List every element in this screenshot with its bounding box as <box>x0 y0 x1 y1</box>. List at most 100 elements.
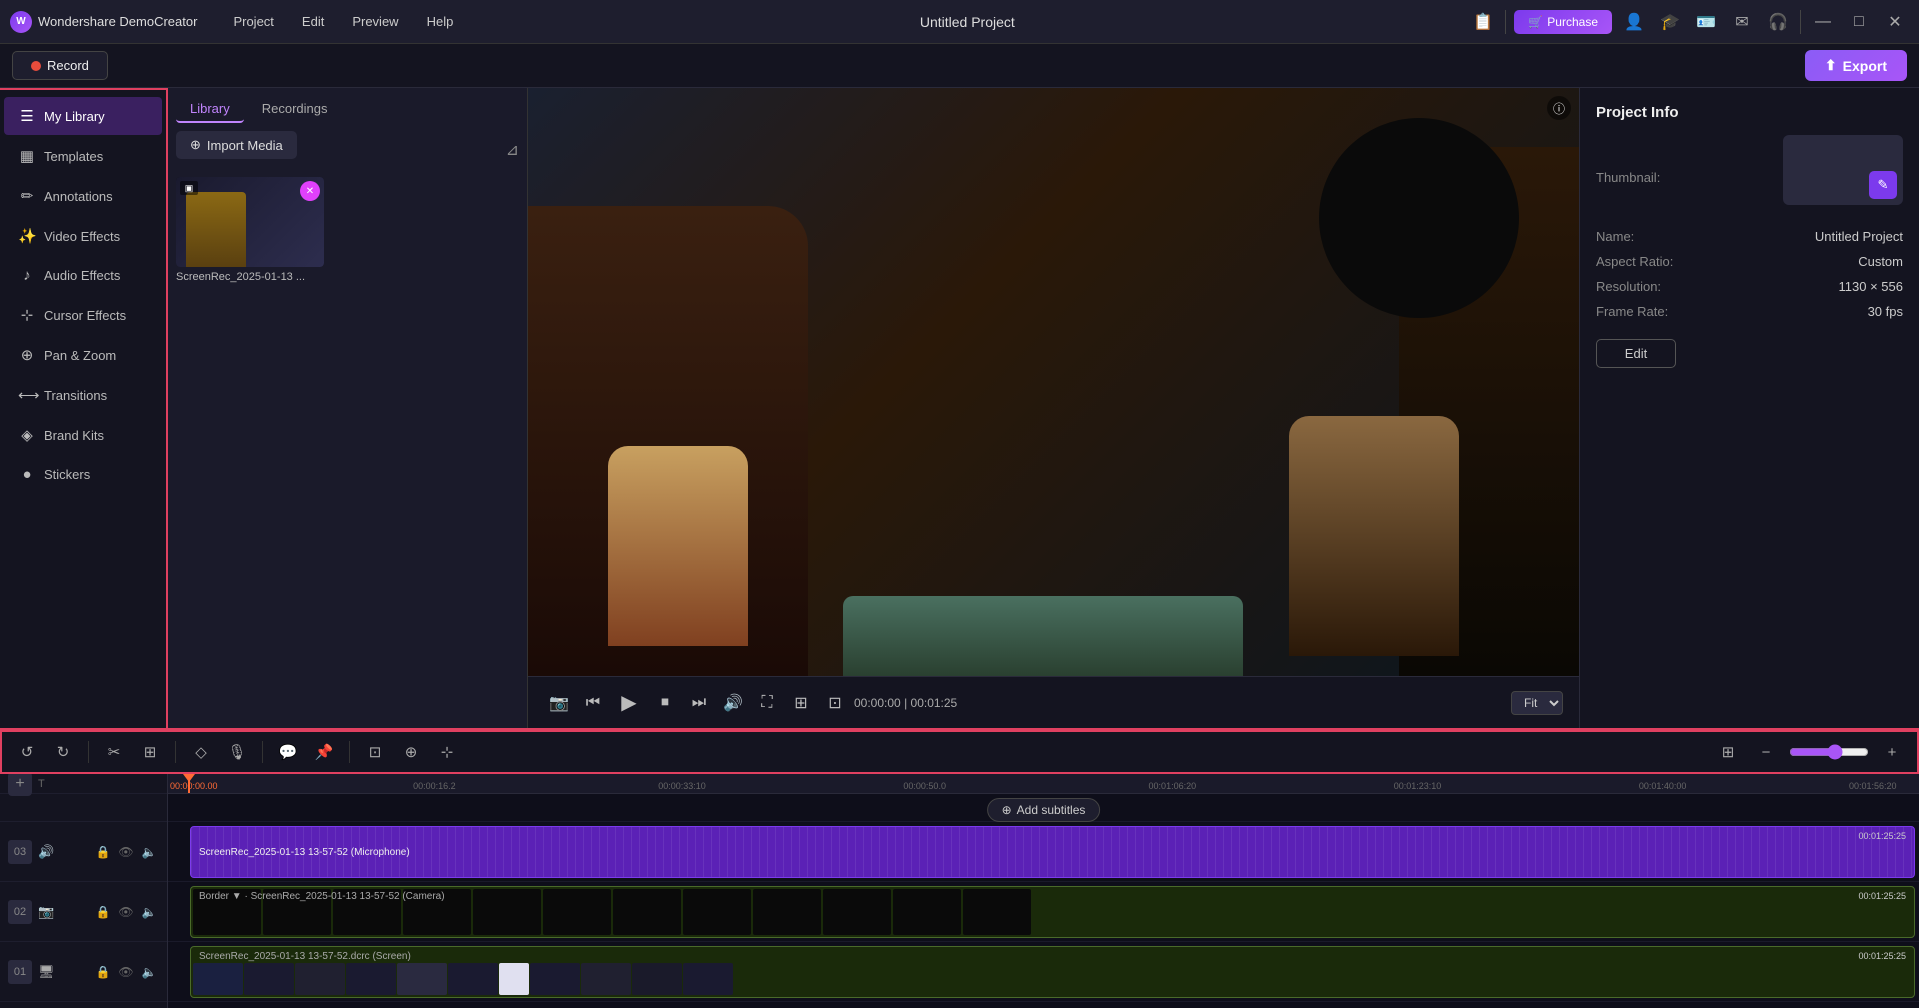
crop-button[interactable]: ⊞ <box>786 688 816 718</box>
toolbar-separator-2 <box>175 741 176 763</box>
camera-clip[interactable]: Border ▼ · ScreenRec_2025-01-13 13-57-52… <box>190 886 1915 938</box>
playhead[interactable] <box>188 774 190 793</box>
export-label: Export <box>1843 58 1887 74</box>
graduation-icon[interactable]: 🎓 <box>1656 8 1684 36</box>
motion-button[interactable]: ⊡ <box>360 737 390 767</box>
separator2 <box>1800 10 1801 34</box>
keyframe-button[interactable]: ◇ <box>186 737 216 767</box>
tab-recordings[interactable]: Recordings <box>248 96 342 123</box>
record-button[interactable]: Record <box>12 51 108 80</box>
annotation-tl-button[interactable]: 📌 <box>309 737 339 767</box>
record-label: Record <box>47 58 89 73</box>
screen-frame <box>346 963 396 995</box>
track-eye-02[interactable]: 👁 <box>116 902 136 922</box>
redo-button[interactable]: ↻ <box>48 737 78 767</box>
info-button[interactable]: ⓘ <box>1547 96 1571 120</box>
sidebar-item-my-library[interactable]: ☰ My Library <box>4 97 162 135</box>
ruler-mark-5: 00:01:23:10 <box>1394 781 1442 791</box>
sidebar-item-transitions[interactable]: ⟷ Transitions <box>4 376 162 414</box>
skip-back-button[interactable]: ⏮ <box>578 688 608 718</box>
media-thumbnail: ▣ ✕ <box>176 177 324 267</box>
ruler-mark-1: 00:00:16.2 <box>413 781 456 791</box>
toolbar-separator-1 <box>88 741 89 763</box>
stop-button[interactable]: ⏹ <box>650 688 680 718</box>
sidebar-item-stickers[interactable]: ● Stickers <box>4 456 162 493</box>
track-mute-03[interactable]: 🔈 <box>139 842 159 862</box>
minimize-button[interactable]: — <box>1809 8 1837 36</box>
fit-select[interactable]: Fit <box>1511 691 1563 715</box>
mail-icon[interactable]: ✉ <box>1728 8 1756 36</box>
screenshot-button[interactable]: 📷 <box>544 688 574 718</box>
subtitle-tl-button[interactable]: 💬 <box>273 737 303 767</box>
tab-library[interactable]: Library <box>176 96 244 123</box>
menu-preview[interactable]: Preview <box>340 10 410 33</box>
notes-icon[interactable]: 📋 <box>1469 8 1497 36</box>
sidebar-item-templates[interactable]: ▦ Templates <box>4 137 162 175</box>
headset-icon[interactable]: 🎧 <box>1764 8 1792 36</box>
track-controls-02: 🔒 👁 🔈 <box>93 902 159 922</box>
volume-button[interactable]: 🔊 <box>718 688 748 718</box>
toolbar-separator-3 <box>262 741 263 763</box>
audio-tl-button[interactable]: 🎙 <box>222 737 252 767</box>
screen-clip[interactable]: ScreenRec_2025-01-13 13-57-52.dcrc (Scre… <box>190 946 1915 998</box>
vid-circle <box>1319 118 1519 318</box>
name-label: Name: <box>1596 229 1634 244</box>
zoom-in-button[interactable]: + <box>1877 737 1907 767</box>
name-value: Untitled Project <box>1815 229 1903 244</box>
track-lock-03[interactable]: 🔒 <box>93 842 113 862</box>
zoom-slider[interactable] <box>1789 744 1869 760</box>
skip-forward-button[interactable]: ⏭ <box>684 688 714 718</box>
fit-timeline-button[interactable]: ⊞ <box>1713 737 1743 767</box>
pan-zoom-icon: ⊕ <box>18 346 36 364</box>
screen-frame <box>499 963 529 995</box>
add-track-button[interactable]: + <box>8 774 32 796</box>
screen-frame <box>683 963 733 995</box>
screen-frame <box>530 963 580 995</box>
add-subtitles-button[interactable]: ⊕ Add subtitles <box>987 798 1101 822</box>
sidebar-item-brand-kits[interactable]: ◈ Brand Kits <box>4 416 162 454</box>
track-eye-01[interactable]: 👁 <box>116 962 136 982</box>
resolution-value: 1130 × 556 <box>1839 279 1903 294</box>
sidebar-item-pan-zoom[interactable]: ⊕ Pan & Zoom <box>4 336 162 374</box>
id-card-icon[interactable]: 🪪 <box>1692 8 1720 36</box>
list-item[interactable]: ▣ ✕ ScreenRec_2025-01-13 ... <box>176 177 324 283</box>
audio-clip[interactable]: ScreenRec_2025-01-13 13-57-52 (Microphon… <box>190 826 1915 878</box>
track-lock-02[interactable]: 🔒 <box>93 902 113 922</box>
menu-project[interactable]: Project <box>221 10 285 33</box>
purchase-button[interactable]: 🛒 Purchase <box>1514 10 1612 34</box>
timeline-area: ↺ ↻ ✂ ⊞ ◇ 🎙 💬 📌 ⊡ ⊕ ⊹ ⊞ − + + T <box>0 728 1919 1008</box>
aspect-ratio-row: Aspect Ratio: Custom <box>1596 254 1903 269</box>
sidebar-item-annotations[interactable]: ✏ Annotations <box>4 177 162 215</box>
menu-help[interactable]: Help <box>415 10 466 33</box>
sidebar-label-transitions: Transitions <box>44 388 107 403</box>
sidebar-label-my-library: My Library <box>44 109 105 124</box>
cursor-tl-button[interactable]: ⊹ <box>432 737 462 767</box>
ratio-button[interactable]: ⊡ <box>820 688 850 718</box>
fullscreen-button[interactable]: ⛶ <box>752 688 782 718</box>
menu-edit[interactable]: Edit <box>290 10 336 33</box>
project-title: Untitled Project <box>473 14 1461 30</box>
screen-frame <box>581 963 631 995</box>
split-button[interactable]: ✂ <box>99 737 129 767</box>
maximize-button[interactable]: □ <box>1845 8 1873 36</box>
thumbnail-edit-button[interactable]: ✎ <box>1869 171 1897 199</box>
sidebar-item-video-effects[interactable]: ✨ Video Effects <box>4 217 162 255</box>
account-icon[interactable]: 👤 <box>1620 8 1648 36</box>
app-name: Wondershare DemoCreator <box>38 14 197 29</box>
track-mute-02[interactable]: 🔈 <box>139 902 159 922</box>
filter-icon[interactable]: ⊿ <box>506 140 519 160</box>
undo-button[interactable]: ↺ <box>12 737 42 767</box>
track-eye-03[interactable]: 👁 <box>116 842 136 862</box>
crop-tl-button[interactable]: ⊞ <box>135 737 165 767</box>
import-media-button[interactable]: ⊕ Import Media <box>176 131 297 159</box>
play-button[interactable]: ▶ <box>612 686 646 720</box>
export-button[interactable]: ⬆ Export <box>1805 50 1907 81</box>
close-button[interactable]: ✕ <box>1881 8 1909 36</box>
project-edit-button[interactable]: Edit <box>1596 339 1676 368</box>
sidebar-item-cursor-effects[interactable]: ⊹ Cursor Effects <box>4 296 162 334</box>
sidebar-item-audio-effects[interactable]: ♪ Audio Effects <box>4 257 162 294</box>
track-mute-01[interactable]: 🔈 <box>139 962 159 982</box>
track-lock-01[interactable]: 🔒 <box>93 962 113 982</box>
zoom-out-button[interactable]: − <box>1751 737 1781 767</box>
pan-zoom-tl-button[interactable]: ⊕ <box>396 737 426 767</box>
